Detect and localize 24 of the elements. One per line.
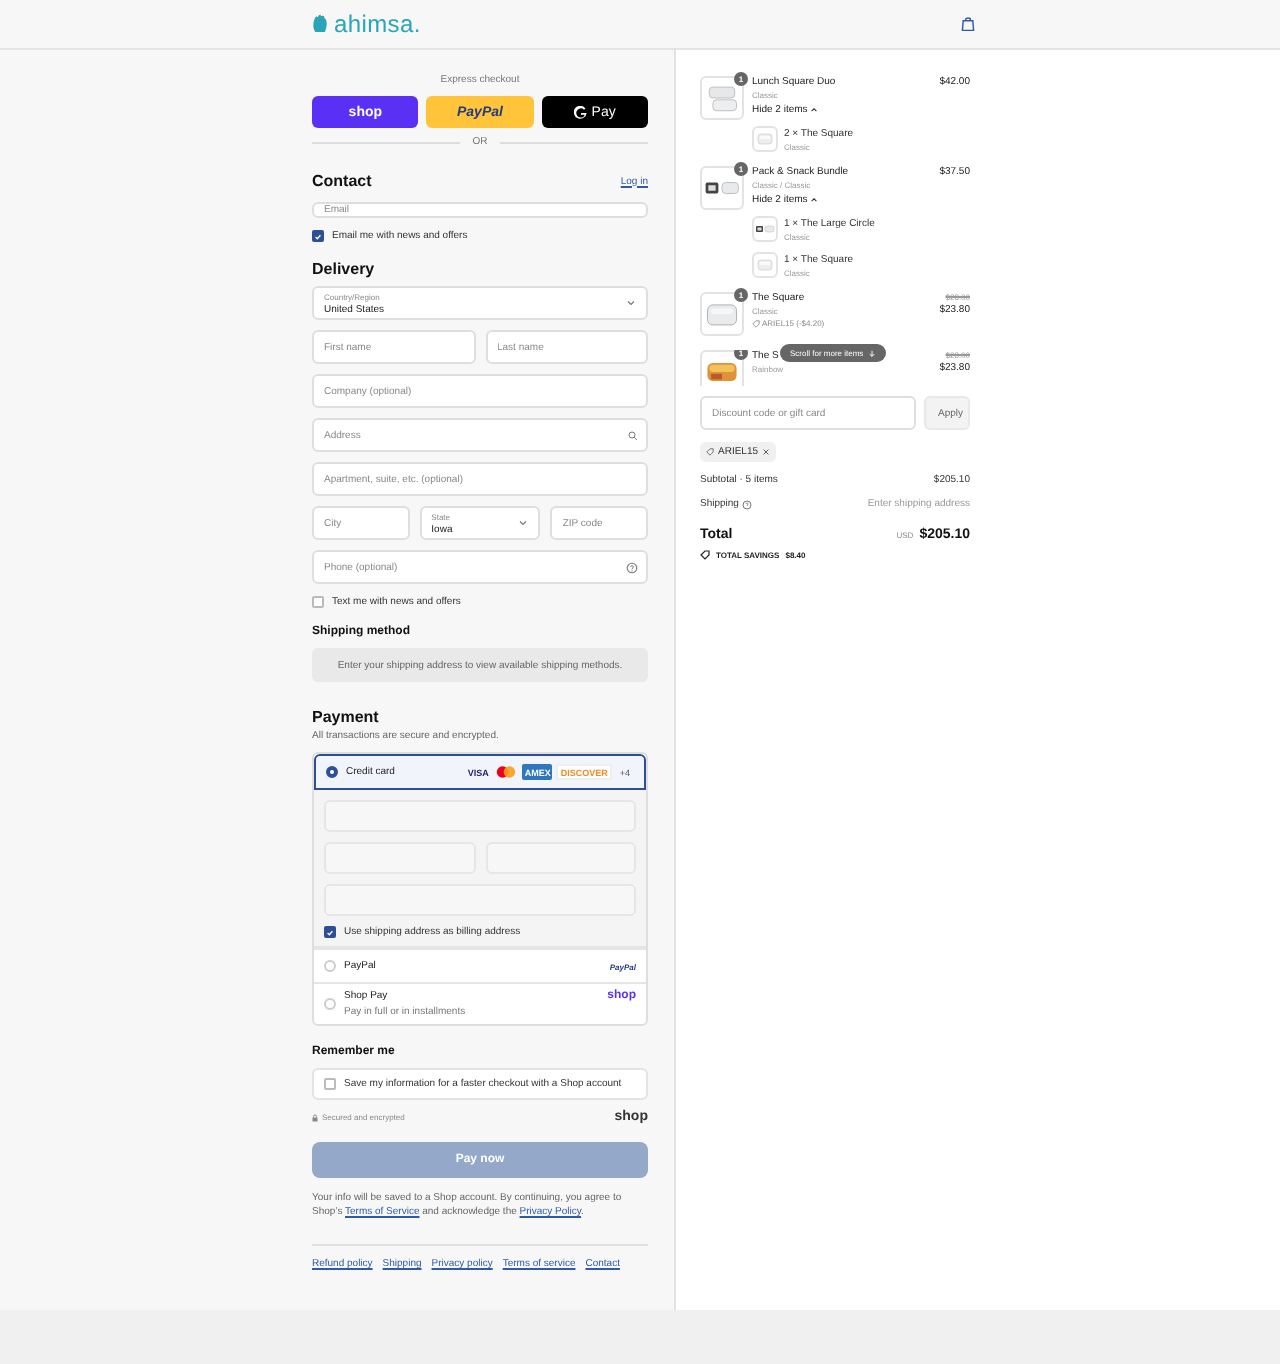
- help-icon[interactable]: [626, 561, 638, 573]
- shopping-bag-icon[interactable]: [960, 16, 976, 32]
- tag-icon: [706, 448, 714, 456]
- section-heading: Delivery: [312, 260, 375, 278]
- chevron-down-icon: [626, 298, 636, 308]
- tag-icon: [700, 550, 710, 560]
- chevron-icon: [809, 196, 818, 204]
- remove-icon[interactable]: [762, 448, 771, 456]
- chevron-down-icon: [518, 518, 529, 528]
- arrow-down-icon: [867, 349, 876, 357]
- section-heading: Payment: [312, 708, 379, 726]
- radio-button[interactable]: [326, 766, 338, 778]
- help-icon[interactable]: [742, 499, 753, 509]
- mastercard-logo: [494, 764, 519, 780]
- chevron-icon: [809, 106, 818, 114]
- section-heading: Contact: [312, 172, 372, 190]
- checkbox[interactable]: [324, 1078, 336, 1090]
- search-icon: [628, 430, 638, 440]
- checkbox[interactable]: [312, 230, 324, 242]
- google-icon: [573, 105, 588, 119]
- tag-icon: [752, 319, 760, 327]
- checkbox[interactable]: [312, 596, 324, 608]
- lock-icon: [312, 1113, 318, 1121]
- checkbox[interactable]: [324, 926, 336, 938]
